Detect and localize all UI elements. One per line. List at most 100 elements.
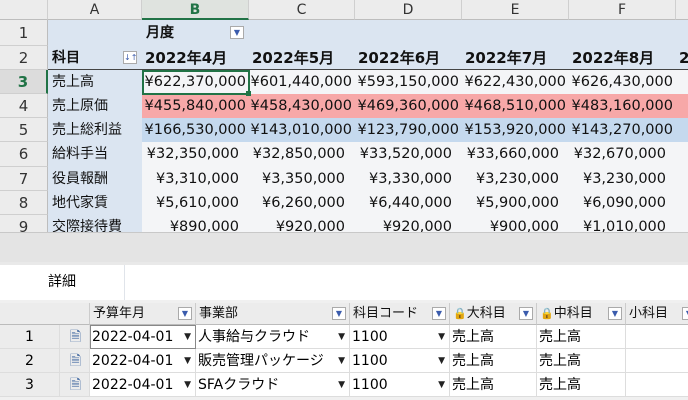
- column-filter-icon[interactable]: ▼: [178, 307, 192, 320]
- data-cell[interactable]: ¥469,360,000: [355, 94, 462, 118]
- detail-cell-major[interactable]: 売上高: [450, 373, 537, 397]
- document-icon[interactable]: 🗎: [60, 325, 90, 349]
- detail-row-number[interactable]: 3: [0, 373, 60, 397]
- detail-column-header[interactable]: 🔒大科目 ▼: [450, 303, 537, 325]
- data-cell[interactable]: ¥3,350,000: [249, 167, 355, 191]
- data-cell[interactable]: ¥3,230,000: [462, 167, 569, 191]
- data-cell[interactable]: ¥3,330,000: [355, 167, 462, 191]
- row-header-3[interactable]: 3: [0, 70, 48, 94]
- data-cell[interactable]: ¥143,270,000: [569, 118, 676, 142]
- document-icon[interactable]: 🗎: [60, 373, 90, 397]
- row-header-4[interactable]: 4: [0, 94, 48, 118]
- dropdown-arrow-icon[interactable]: ▼: [438, 349, 445, 372]
- detail-cell-date[interactable]: 2022-04-01 ▼: [90, 349, 196, 373]
- data-cell[interactable]: ¥622,430,000: [462, 70, 569, 94]
- data-cell[interactable]: ¥: [676, 94, 688, 118]
- column-header-A[interactable]: A: [48, 0, 142, 20]
- dropdown-arrow-icon[interactable]: ▼: [184, 349, 191, 372]
- data-cell[interactable]: ¥458,430,000: [249, 94, 355, 118]
- data-cell[interactable]: ¥32,350,000: [142, 142, 249, 166]
- data-cell[interactable]: ¥920,000: [249, 215, 355, 232]
- data-cell[interactable]: ¥483,160,000: [569, 94, 676, 118]
- row-header-6[interactable]: 6: [0, 142, 48, 167]
- column-filter-icon[interactable]: ▼: [682, 307, 688, 320]
- data-cell[interactable]: ¥3,310,000: [142, 167, 249, 191]
- column-header-B[interactable]: B: [142, 0, 249, 20]
- sort-filter-icon[interactable]: ↓↑: [123, 51, 137, 64]
- column-header-F[interactable]: F: [569, 0, 676, 20]
- detail-corner[interactable]: [0, 303, 90, 325]
- column-header-G[interactable]: G: [676, 0, 688, 20]
- data-cell[interactable]: ¥: [676, 118, 688, 142]
- data-cell[interactable]: ¥5,610,000: [142, 191, 249, 215]
- column-header-E[interactable]: E: [462, 0, 569, 20]
- select-all-corner[interactable]: [0, 0, 48, 20]
- detail-cell-minor[interactable]: [626, 373, 688, 397]
- detail-tab[interactable]: 詳細: [0, 265, 125, 300]
- column-header-D[interactable]: D: [355, 0, 462, 20]
- data-cell[interactable]: ¥32,670,000: [569, 142, 676, 166]
- data-cell[interactable]: ¥153,920,000: [462, 118, 569, 142]
- document-icon[interactable]: 🗎: [60, 349, 90, 373]
- detail-cell-mid[interactable]: 売上高: [537, 349, 626, 373]
- column-filter-icon[interactable]: ▼: [432, 307, 446, 320]
- data-cell[interactable]: ¥5,900,000: [462, 191, 569, 215]
- detail-column-header[interactable]: 小科目 ▼: [626, 303, 688, 325]
- data-cell[interactable]: ¥900,000: [462, 215, 569, 232]
- filter-dropdown-icon[interactable]: ▼: [230, 26, 244, 39]
- column-header-C[interactable]: C: [249, 0, 355, 20]
- detail-row-number[interactable]: 2: [0, 349, 60, 373]
- dropdown-arrow-icon[interactable]: ▼: [338, 373, 345, 396]
- detail-cell-dept[interactable]: SFAクラウド ▼: [196, 373, 350, 397]
- data-cell[interactable]: ¥455,840,000: [142, 94, 249, 118]
- column-filter-icon[interactable]: ▼: [332, 307, 346, 320]
- data-cell[interactable]: ¥32,850,000: [249, 142, 355, 166]
- detail-cell-code[interactable]: 1100 ▼: [350, 325, 450, 349]
- detail-column-header[interactable]: 🔒中科目 ▼: [537, 303, 626, 325]
- dropdown-arrow-icon[interactable]: ▼: [438, 325, 445, 348]
- dropdown-arrow-icon[interactable]: ▼: [184, 373, 191, 396]
- dropdown-arrow-icon[interactable]: ▼: [338, 349, 345, 372]
- data-cell[interactable]: ¥143,010,000: [249, 118, 355, 142]
- detail-cell-major[interactable]: 売上高: [450, 349, 537, 373]
- data-cell[interactable]: ¥890,000: [142, 215, 249, 232]
- data-cell[interactable]: ¥6,260,000: [249, 191, 355, 215]
- row-header-9[interactable]: 9: [0, 215, 48, 232]
- data-cell[interactable]: ¥123,790,000: [355, 118, 462, 142]
- detail-column-header[interactable]: 予算年月 ▼: [90, 303, 196, 325]
- detail-column-header[interactable]: 事業部 ▼: [196, 303, 350, 325]
- data-cell[interactable]: ¥6,440,000: [355, 191, 462, 215]
- detail-cell-code[interactable]: 1100 ▼: [350, 349, 450, 373]
- row-header-5[interactable]: 5: [0, 118, 48, 142]
- row-header-7[interactable]: 7: [0, 167, 48, 191]
- detail-cell-minor[interactable]: [626, 349, 688, 373]
- data-cell[interactable]: ¥: [676, 70, 688, 94]
- detail-cell-minor[interactable]: [626, 325, 688, 349]
- row-header-1[interactable]: 1: [0, 20, 48, 46]
- row-header-2[interactable]: 2: [0, 46, 48, 70]
- data-cell[interactable]: ¥468,510,000: [462, 94, 569, 118]
- data-cell[interactable]: ¥6,090,000: [569, 191, 676, 215]
- detail-cell-date[interactable]: 2022-04-01 ▼: [90, 373, 196, 397]
- data-cell[interactable]: ¥1,010,000: [569, 215, 676, 232]
- row-header-8[interactable]: 8: [0, 191, 48, 215]
- dropdown-arrow-icon[interactable]: ▼: [338, 325, 345, 348]
- detail-cell-dept[interactable]: 販売管理パッケージ ▼: [196, 349, 350, 373]
- detail-cell-major[interactable]: 売上高: [450, 325, 537, 349]
- data-cell[interactable]: ¥626,430,000: [569, 70, 676, 94]
- data-cell[interactable]: ¥593,150,000: [355, 70, 462, 94]
- horizontal-scroll-area[interactable]: [0, 232, 688, 262]
- data-cell[interactable]: ¥166,530,000: [142, 118, 249, 142]
- detail-cell-code[interactable]: 1100 ▼: [350, 373, 450, 397]
- dropdown-arrow-icon[interactable]: ▼: [438, 373, 445, 396]
- column-filter-icon[interactable]: ▼: [608, 307, 622, 320]
- data-cell[interactable]: ¥3,230,000: [569, 167, 676, 191]
- data-cell[interactable]: ¥920,000: [355, 215, 462, 232]
- data-cell[interactable]: ¥33,520,000: [355, 142, 462, 166]
- detail-cell-mid[interactable]: 売上高: [537, 325, 626, 349]
- column-filter-icon[interactable]: ▼: [519, 307, 533, 320]
- detail-cell-dept[interactable]: 人事給与クラウド ▼: [196, 325, 350, 349]
- fill-handle[interactable]: [246, 91, 251, 96]
- detail-row-number[interactable]: 1: [0, 325, 60, 349]
- detail-cell-mid[interactable]: 売上高: [537, 373, 626, 397]
